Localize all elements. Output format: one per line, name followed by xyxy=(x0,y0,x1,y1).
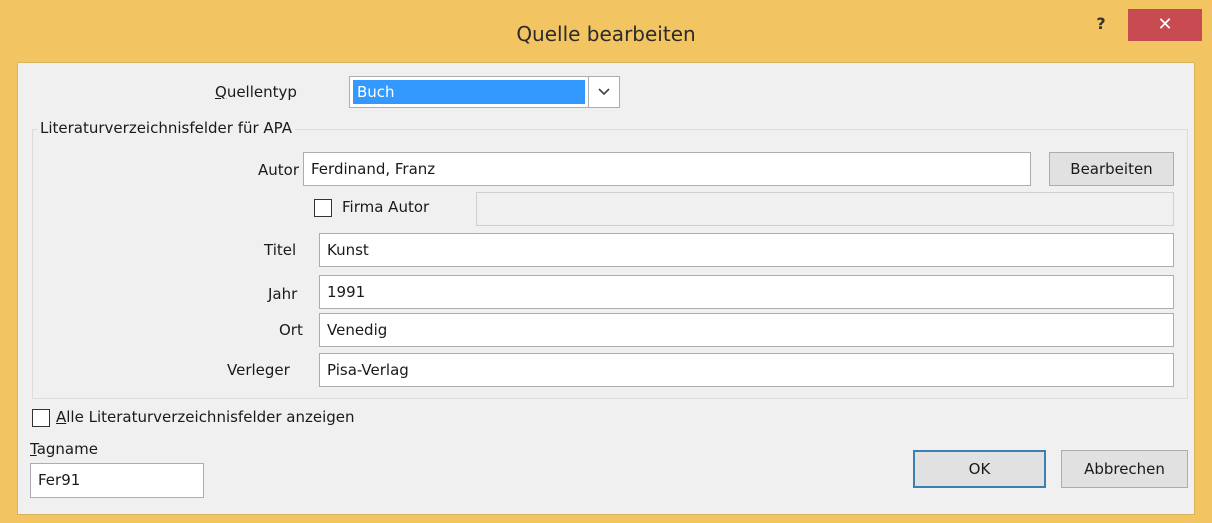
jahr-field[interactable]: 1991 xyxy=(319,275,1174,309)
ort-label: Ort xyxy=(279,321,303,339)
alle-felder-checkbox[interactable] xyxy=(32,409,50,427)
verleger-field[interactable]: Pisa-Verlag xyxy=(319,353,1174,387)
tagname-label: Tagname xyxy=(30,440,98,458)
ok-button[interactable]: OK xyxy=(913,450,1046,488)
titel-field[interactable]: Kunst xyxy=(319,233,1174,267)
close-icon: ✕ xyxy=(1157,14,1173,35)
alle-felder-accel: A xyxy=(56,408,67,426)
ort-field[interactable]: Venedig xyxy=(319,313,1174,347)
tagname-field[interactable]: Fer91 xyxy=(30,463,204,498)
firma-autor-label: Firma Autor xyxy=(342,198,430,216)
cancel-button[interactable]: Abbrechen xyxy=(1061,450,1188,488)
firma-autor-checkbox[interactable] xyxy=(314,199,332,217)
bearbeiten-button[interactable]: Bearbeiten xyxy=(1049,152,1174,186)
tagname-accel: T xyxy=(30,440,37,458)
quellentyp-accel: Q xyxy=(215,83,227,101)
jahr-label: Jahr xyxy=(268,285,298,303)
group-title: Literaturverzeichnisfelder für APA xyxy=(37,119,296,137)
quellentyp-select[interactable]: Buch xyxy=(349,76,620,108)
alle-felder-label-text: lle Literaturverzeichnisfelder anzeigen xyxy=(66,408,355,426)
help-button[interactable]: ? xyxy=(1087,14,1115,38)
tagname-label-text: agname xyxy=(36,440,98,458)
quellentyp-value: Buch xyxy=(353,80,585,104)
quellentyp-label: Quellentyp xyxy=(215,83,297,101)
dialog-title: Quelle bearbeiten xyxy=(516,22,696,46)
verleger-label: Verleger xyxy=(227,361,290,379)
firma-autor-field xyxy=(476,192,1174,226)
alle-felder-label: Alle Literaturverzeichnisfelder anzeigen xyxy=(56,408,355,426)
quellentyp-label-text: uellentyp xyxy=(226,83,297,101)
dialog-window: Quelle bearbeiten ? ✕ Quellentyp Buch Li… xyxy=(0,0,1212,523)
dialog-client-area: Quellentyp Buch Literaturverzeichnisfeld… xyxy=(17,62,1195,515)
close-button[interactable]: ✕ xyxy=(1128,9,1202,41)
autor-field[interactable]: Ferdinand, Franz xyxy=(303,152,1031,186)
chevron-down-icon[interactable] xyxy=(588,77,619,107)
autor-label: Autor xyxy=(258,161,299,179)
title-bar: Quelle bearbeiten ? ✕ xyxy=(0,0,1212,62)
titel-label: Titel xyxy=(264,241,297,259)
